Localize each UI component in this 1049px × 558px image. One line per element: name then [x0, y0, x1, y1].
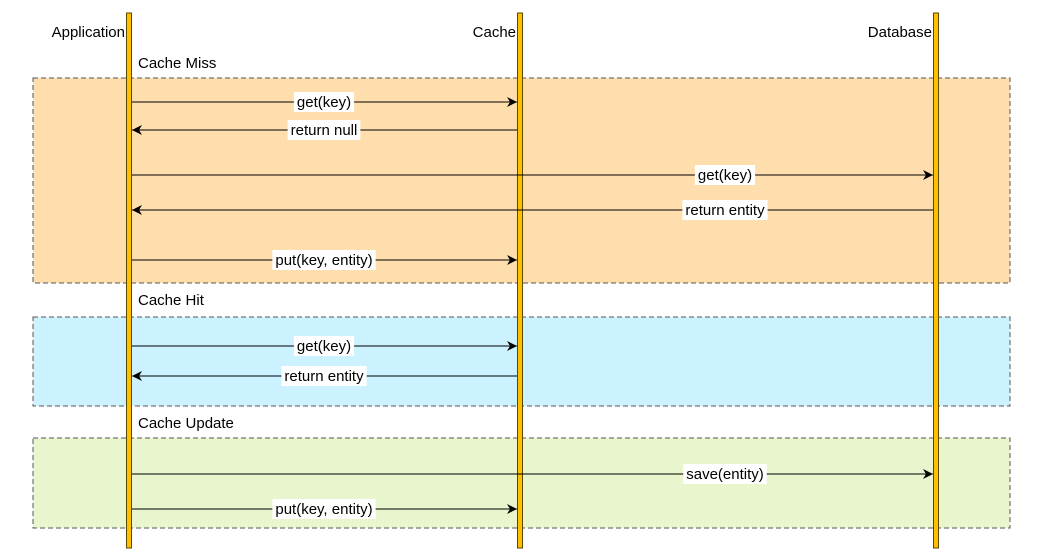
sequence-diagram: Cache Miss Cache Hit Cache Update Applicat…	[32, 12, 1011, 549]
participant-label: Database	[868, 24, 932, 41]
participant-label: Application	[52, 24, 125, 41]
message-label: return entity	[284, 368, 364, 385]
message-label: get(key)	[297, 338, 351, 355]
message-label: return entity	[685, 202, 765, 219]
frame-title: Cache Update	[138, 415, 234, 432]
participant-label: Cache	[473, 24, 516, 41]
message-label: get(key)	[297, 94, 351, 111]
message-label: return null	[291, 122, 358, 139]
message-label: get(key)	[698, 167, 752, 184]
frame-title: Cache Hit	[138, 292, 205, 309]
lifeline	[517, 12, 523, 549]
frame-title: Cache Miss	[138, 55, 216, 72]
message-label: save(entity)	[686, 466, 764, 483]
message-label: put(key, entity)	[275, 501, 372, 518]
lifeline	[933, 12, 939, 549]
message-label: put(key, entity)	[275, 252, 372, 269]
lifeline	[126, 12, 132, 549]
